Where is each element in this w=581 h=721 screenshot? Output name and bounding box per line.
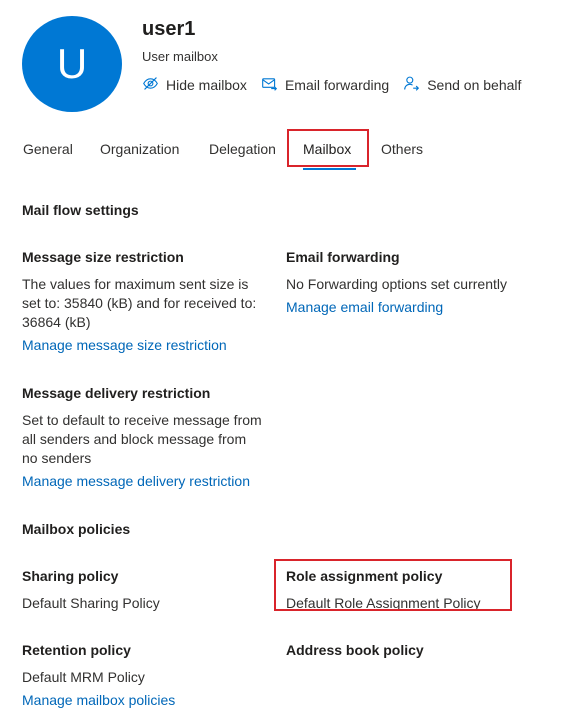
- hide-mailbox-button[interactable]: Hide mailbox: [142, 75, 247, 95]
- message-delivery-text: Set to default to receive message from a…: [22, 411, 262, 468]
- message-size-text: The values for maximum sent size is set …: [22, 275, 256, 332]
- tab-organization[interactable]: Organization: [100, 141, 179, 157]
- tab-delegation[interactable]: Delegation: [209, 141, 276, 157]
- user-display-name: user1: [142, 18, 196, 40]
- email-forwarding-text: No Forwarding options set currently: [286, 276, 507, 292]
- person-send-icon: [403, 75, 427, 95]
- manage-mailbox-policies-link[interactable]: Manage mailbox policies: [22, 692, 175, 708]
- send-on-behalf-button[interactable]: Send on behalf: [403, 75, 521, 95]
- email-forwarding-button[interactable]: Email forwarding: [261, 75, 389, 95]
- avatar-initial: U: [56, 40, 88, 87]
- message-size-line: The values for maximum sent size is: [22, 276, 249, 292]
- tab-general[interactable]: General: [23, 141, 73, 157]
- manage-message-size-link[interactable]: Manage message size restriction: [22, 337, 227, 353]
- message-size-line: 36864 (kB): [22, 314, 91, 330]
- avatar: U: [22, 16, 122, 112]
- message-size-title: Message size restriction: [22, 249, 184, 265]
- message-size-line: set to: 35840 (kB) and for received to:: [22, 295, 257, 311]
- message-delivery-title: Message delivery restriction: [22, 385, 211, 401]
- email-forwarding-label: Email forwarding: [284, 77, 390, 93]
- mail-flow-heading: Mail flow settings: [22, 202, 139, 218]
- message-delivery-line: Set to default to receive message from: [22, 412, 262, 428]
- send-on-behalf-label: Send on behalf: [427, 77, 522, 93]
- mail-forward-icon: [261, 75, 285, 95]
- hide-mailbox-label: Hide mailbox: [166, 77, 247, 93]
- manage-email-forwarding-link[interactable]: Manage email forwarding: [286, 299, 443, 315]
- mailbox-policies-heading: Mailbox policies: [22, 521, 131, 537]
- message-delivery-line: no senders: [22, 450, 92, 466]
- manage-message-delivery-link[interactable]: Manage message delivery restriction: [22, 473, 250, 489]
- selected-tab-indicator: [303, 168, 356, 170]
- retention-policy-title: Retention policy: [22, 642, 131, 658]
- tab-others[interactable]: Others: [381, 141, 423, 157]
- address-book-policy-title: Address book policy: [286, 642, 424, 658]
- sharing-policy-value: Default Sharing Policy: [22, 595, 160, 611]
- role-assignment-highlight: [274, 559, 512, 611]
- header-actions: Hide mailbox Email forwarding Send on be…: [142, 75, 535, 95]
- message-delivery-line: all senders and block message from: [22, 431, 247, 447]
- sharing-policy-title: Sharing policy: [22, 568, 119, 584]
- retention-policy-value: Default MRM Policy: [22, 669, 145, 685]
- mailbox-tab-highlight: [287, 129, 369, 167]
- user-type-label: User mailbox: [142, 49, 218, 64]
- email-forwarding-title: Email forwarding: [286, 249, 400, 265]
- hide-eye-icon: [142, 75, 166, 95]
